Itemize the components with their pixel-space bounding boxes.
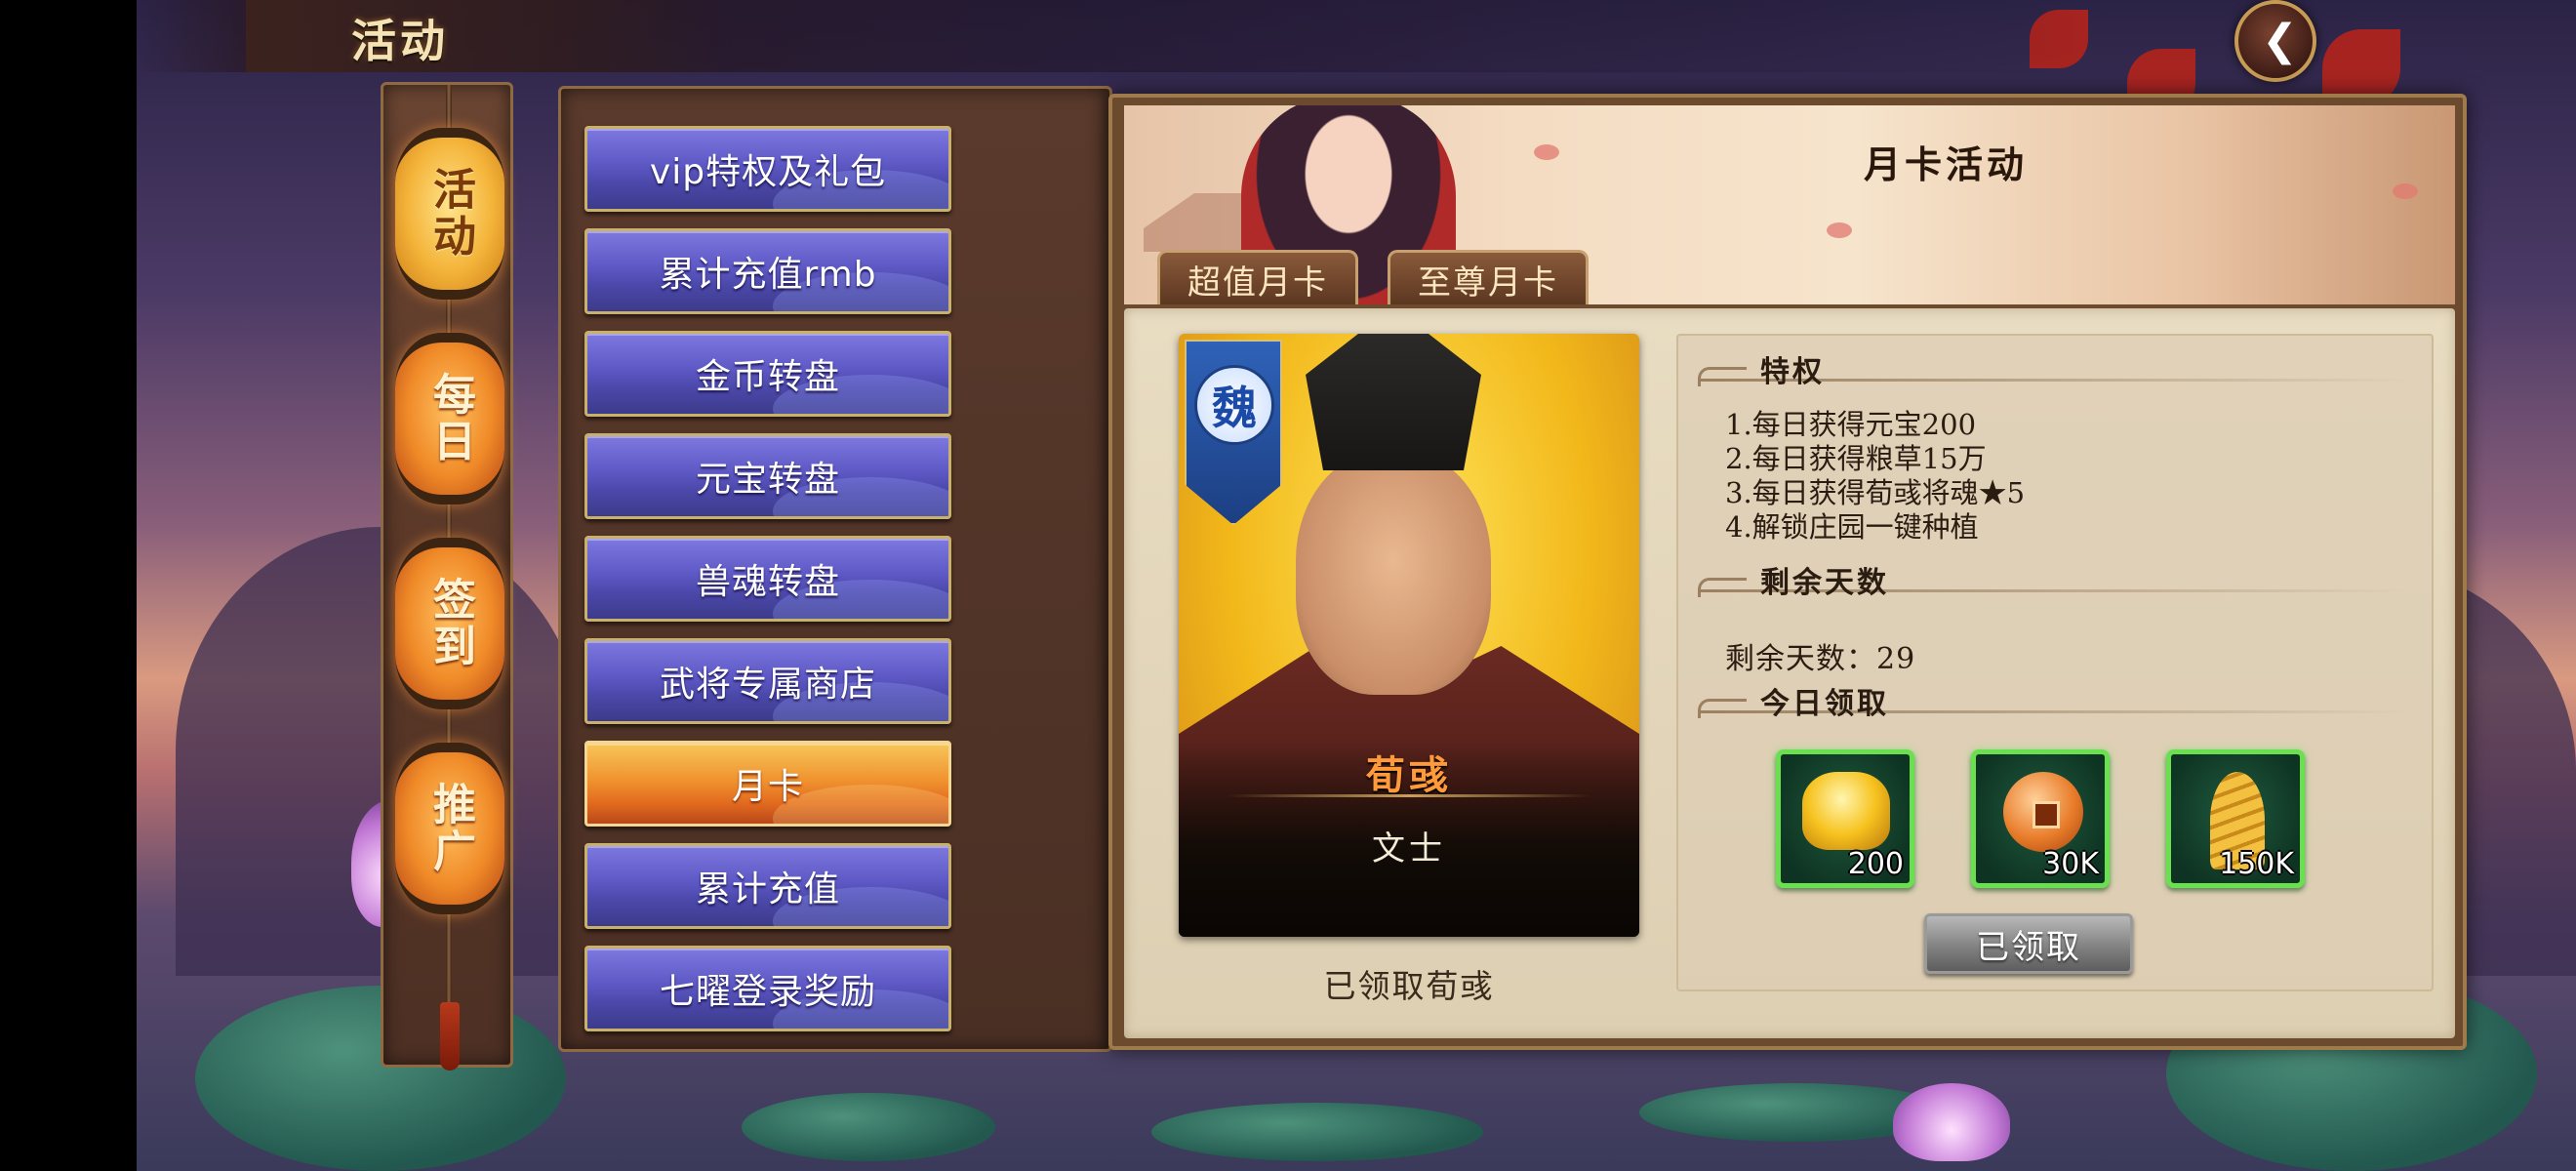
- menu-item-label: 累计充值: [695, 869, 840, 909]
- menu-item-label: 武将专属商店: [659, 665, 876, 705]
- chevron-left-icon: ❮: [2262, 16, 2298, 65]
- category-rail: 活动 每日 签到 推广: [381, 82, 513, 1070]
- reward-quantity: 150K: [2219, 847, 2294, 881]
- back-button[interactable]: ❮: [2234, 0, 2316, 82]
- tab-label: 至尊月卡: [1418, 263, 1558, 303]
- category-tab-label: 活动: [425, 167, 475, 261]
- menu-item-label: 金币转盘: [695, 357, 840, 397]
- reward-quantity: 30K: [2042, 847, 2099, 881]
- menu-item-label: 月卡: [731, 767, 804, 807]
- tab-value-monthly-card[interactable]: 超值月卡: [1157, 250, 1358, 304]
- category-tab-checkin[interactable]: 签到: [395, 538, 504, 709]
- menu-item-seven-day-login[interactable]: 七曜登录奖励: [584, 946, 951, 1031]
- content-body: 魏 荀彧 文士 已领取荀彧 特权 1.每日获得元宝200 2.每日获得粮草15万…: [1124, 308, 2455, 1038]
- petal: [1827, 222, 1852, 238]
- gold-ingot-icon: [1802, 772, 1890, 850]
- section-title: 特权: [1760, 355, 1825, 389]
- lily-pad: [742, 1093, 995, 1161]
- menu-item-label: 元宝转盘: [695, 460, 840, 500]
- section-ornament: [1698, 367, 1747, 386]
- faction-badge: 魏: [1185, 340, 1282, 525]
- title-plate: [246, 0, 734, 72]
- tab-supreme-monthly-card[interactable]: 至尊月卡: [1388, 250, 1589, 304]
- faction-emblem: 魏: [1194, 365, 1274, 445]
- section-remaining-days: 剩余天数: [1698, 558, 2410, 601]
- reward-ingot[interactable]: 200: [1776, 749, 1914, 888]
- menu-item-monthly-card[interactable]: 月卡: [584, 741, 951, 827]
- menu-item-label: vip特权及礼包: [649, 152, 887, 192]
- banner: 月卡活动 超值月卡 至尊月卡: [1124, 105, 2455, 304]
- reward-coin[interactable]: 30K: [1971, 749, 2110, 888]
- section-ornament: [1698, 699, 1747, 718]
- menu-item-beast-soul-wheel[interactable]: 兽魂转盘: [584, 536, 951, 622]
- hero-claim-status: 已领取荀彧: [1323, 967, 1495, 1005]
- menu-item-label: 累计充值rmb: [659, 255, 877, 295]
- reward-grain[interactable]: 150K: [2166, 749, 2305, 888]
- banner-title: 月卡活动: [1863, 142, 2028, 186]
- category-tab-label: 签到: [425, 577, 475, 670]
- menu-item-cumulative-rmb[interactable]: 累计充值rmb: [584, 228, 951, 314]
- menu-item-gold-wheel[interactable]: 金币转盘: [584, 331, 951, 417]
- claimed-button[interactable]: 已领取: [1924, 913, 2133, 974]
- privilege-item: 1.每日获得元宝200: [1725, 408, 1977, 441]
- lantern-tassel: [440, 1002, 460, 1070]
- category-tab-promotion[interactable]: 推广: [395, 743, 504, 914]
- remaining-days-text: 剩余天数：29: [1725, 642, 1916, 676]
- category-tab-label: 推广: [425, 782, 475, 875]
- privilege-item: 4.解锁庄园一键种植: [1725, 510, 1979, 544]
- category-tab-activity[interactable]: 活动: [395, 128, 504, 300]
- category-tab-label: 每日: [425, 372, 475, 465]
- hero-card[interactable]: 魏 荀彧 文士: [1179, 334, 1639, 937]
- section-daily-claim: 今日领取: [1698, 679, 2410, 722]
- menu-item-ingot-wheel[interactable]: 元宝转盘: [584, 433, 951, 519]
- section-ornament: [1698, 578, 1747, 597]
- section-title: 剩余天数: [1760, 566, 1889, 600]
- game-screen: 活动 ❮ 活动 每日 签到 推广 vip特权及礼包 累计充值rmb 金币转盘 元…: [137, 0, 2576, 1171]
- hero-name: 荀彧: [1366, 752, 1452, 798]
- menu-item-label: 兽魂转盘: [695, 562, 840, 602]
- section-privileges: 特权: [1698, 347, 2410, 390]
- lotus-flower: [1893, 1083, 2010, 1161]
- menu-item-vip[interactable]: vip特权及礼包: [584, 126, 951, 212]
- hero-hat: [1306, 334, 1481, 470]
- claimed-button-label: 已领取: [1976, 927, 2081, 967]
- section-title: 今日领取: [1760, 687, 1889, 721]
- monthly-card-info: 特权 1.每日获得元宝200 2.每日获得粮草15万 3.每日获得荀彧将魂★5 …: [1676, 334, 2434, 991]
- copper-coin-icon: [2003, 772, 2083, 852]
- reward-quantity: 200: [1847, 847, 1904, 881]
- hero-divider: [1228, 794, 1590, 797]
- activity-menu: vip特权及礼包 累计充值rmb 金币转盘 元宝转盘 兽魂转盘 武将专属商店 月…: [558, 86, 1112, 1052]
- lily-pad: [1151, 1103, 1483, 1161]
- content-panel: 月卡活动 超值月卡 至尊月卡 魏 荀彧 文士 已领取荀彧 特权 1.每日获得元宝…: [1108, 94, 2467, 1050]
- category-tab-daily[interactable]: 每日: [395, 333, 504, 505]
- menu-item-label: 七曜登录奖励: [659, 972, 876, 1012]
- menu-item-cumulative-recharge[interactable]: 累计充值: [584, 843, 951, 929]
- menu-item-general-shop[interactable]: 武将专属商店: [584, 638, 951, 724]
- page-title: 活动: [351, 15, 449, 67]
- tab-label: 超值月卡: [1187, 263, 1328, 303]
- privilege-item: 2.每日获得粮草15万: [1725, 442, 1987, 475]
- hero-class: 文士: [1372, 829, 1446, 868]
- privilege-item: 3.每日获得荀彧将魂★5: [1725, 476, 2026, 509]
- hero-portrait: [1296, 451, 1491, 695]
- faction-label: 魏: [1212, 382, 1257, 434]
